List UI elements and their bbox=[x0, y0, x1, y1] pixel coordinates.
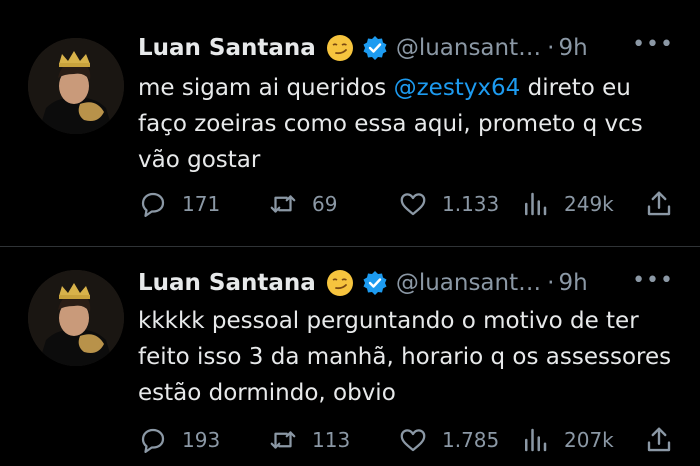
verified-badge-icon bbox=[363, 271, 387, 295]
avatar[interactable] bbox=[28, 270, 124, 366]
views-count: 207k bbox=[564, 428, 614, 452]
like-count: 1.785 bbox=[442, 428, 500, 452]
tweet-actions: 193 113 1.785 207k bbox=[138, 422, 678, 458]
reply-button[interactable]: 193 bbox=[138, 425, 268, 455]
reply-count: 193 bbox=[182, 428, 221, 452]
avatar-image bbox=[28, 270, 124, 366]
share-icon bbox=[647, 427, 671, 452]
tweet-2[interactable]: Luan Santana @luansant… · 9h ••• kkkkk p… bbox=[0, 0, 700, 466]
more-options-icon[interactable]: ••• bbox=[632, 268, 674, 293]
retweet-icon bbox=[270, 431, 296, 449]
like-button[interactable]: 1.785 bbox=[398, 425, 520, 455]
share-button[interactable] bbox=[644, 425, 674, 455]
heart-icon bbox=[400, 429, 426, 452]
reply-icon bbox=[141, 428, 165, 453]
timestamp[interactable]: 9h bbox=[558, 270, 587, 296]
views-button[interactable]: 207k bbox=[520, 425, 644, 455]
views-icon bbox=[525, 428, 547, 452]
author-handle[interactable]: @luansant… bbox=[396, 270, 541, 296]
retweet-button[interactable]: 113 bbox=[268, 425, 398, 455]
separator-dot: · bbox=[547, 270, 555, 296]
author-name[interactable]: Luan Santana bbox=[138, 270, 316, 296]
tweet-text: kkkkk pessoal perguntando o motivo de te… bbox=[138, 308, 672, 406]
smirking-face-emoji-icon bbox=[326, 270, 353, 296]
retweet-count: 113 bbox=[312, 428, 351, 452]
tweet-header: Luan Santana @luansant… · 9h bbox=[138, 261, 588, 305]
